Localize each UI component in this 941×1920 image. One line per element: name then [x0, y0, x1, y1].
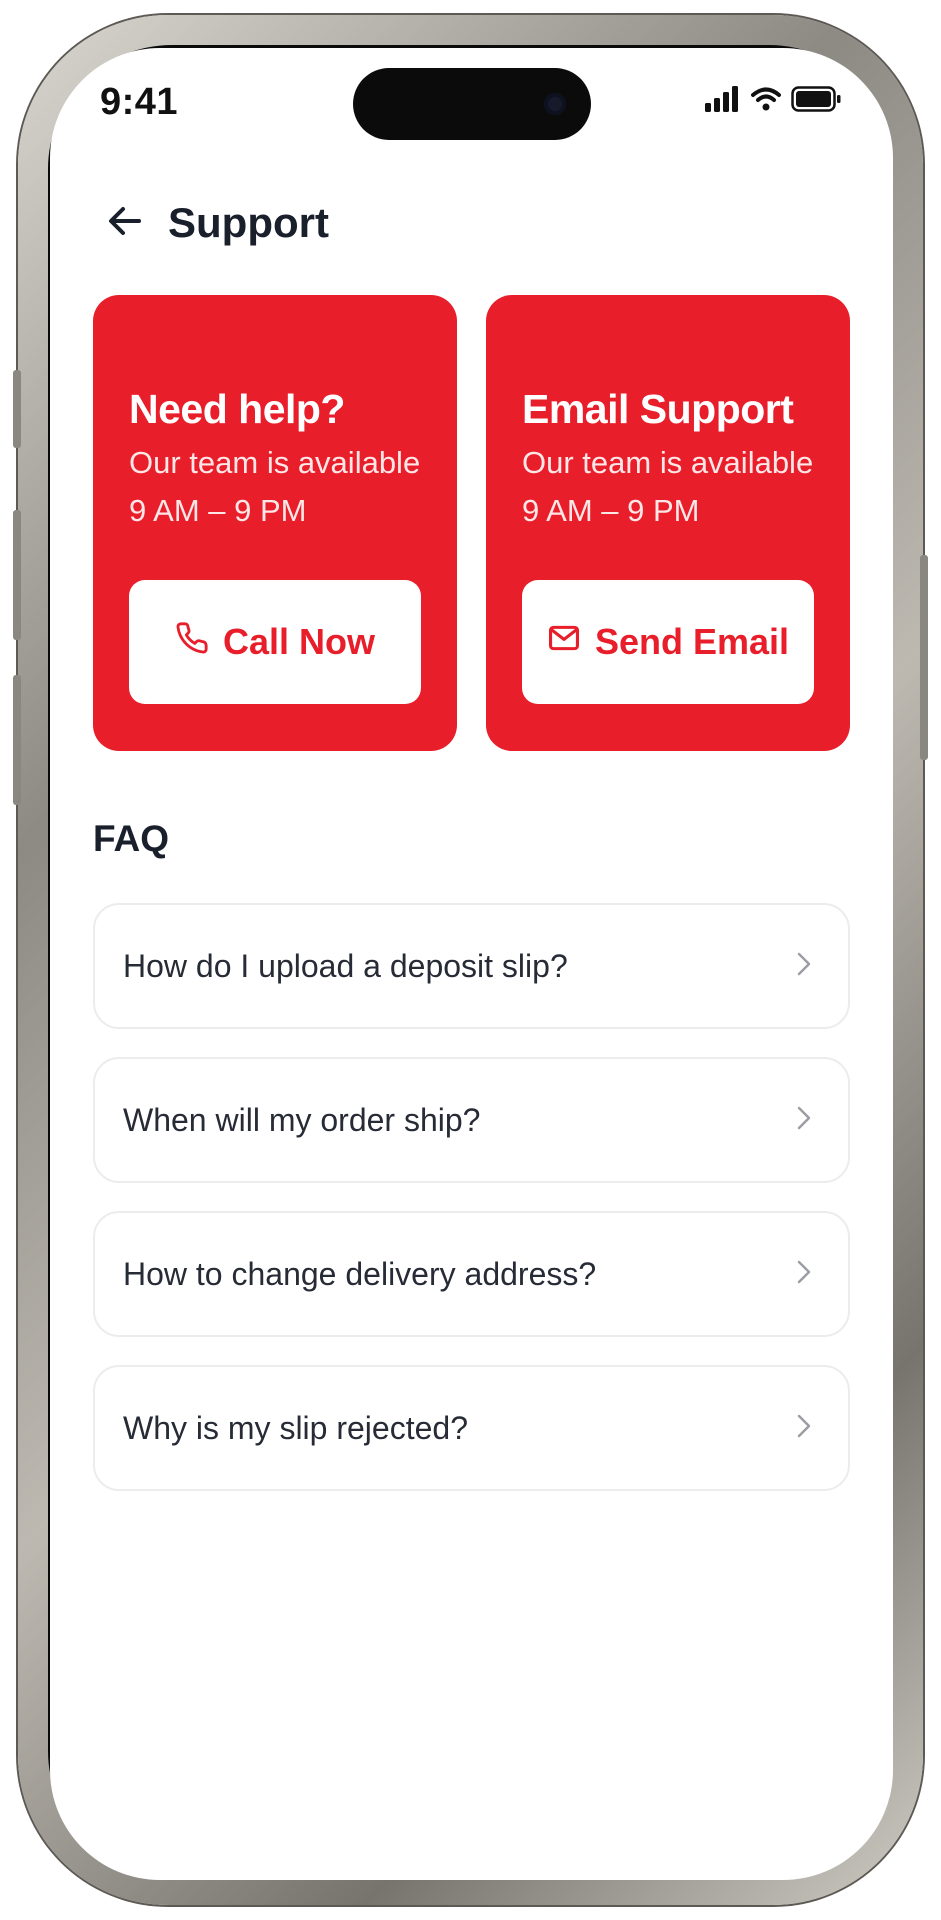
card-description: Our team is available 9 AM – 9 PM — [522, 445, 814, 528]
screen: 9:41 Support Need help? Our team is avai… — [50, 48, 893, 1880]
faq-question: How to change delivery address? — [123, 1255, 597, 1292]
card-title: Email Support — [522, 386, 794, 432]
card-description: Our team is available 9 AM – 9 PM — [129, 445, 421, 528]
chevron-right-icon — [794, 949, 814, 984]
page-title: Support — [168, 199, 329, 246]
phone-icon — [175, 621, 209, 664]
nav-header: Support — [96, 188, 329, 258]
faq-list: How do I upload a deposit slip? When wil… — [93, 903, 850, 1519]
card-title: Need help? — [129, 386, 345, 432]
status-icons — [705, 86, 841, 117]
call-now-button[interactable]: Call Now — [129, 580, 421, 704]
front-camera — [544, 93, 566, 115]
faq-question: When will my order ship? — [123, 1101, 481, 1138]
faq-heading: FAQ — [93, 818, 170, 859]
send-email-button[interactable]: Send Email — [522, 580, 814, 704]
chevron-right-icon — [794, 1257, 814, 1292]
faq-question: Why is my slip rejected? — [123, 1409, 468, 1446]
faq-item[interactable]: When will my order ship? — [93, 1057, 850, 1183]
silent-switch — [13, 370, 21, 448]
cellular-signal-icon — [705, 86, 741, 117]
arrow-left-icon — [105, 201, 145, 246]
call-support-card: Need help? Our team is available 9 AM – … — [93, 295, 457, 751]
volume-down-button — [13, 675, 21, 805]
faq-item[interactable]: How to change delivery address? — [93, 1211, 850, 1337]
wifi-icon — [751, 87, 781, 116]
faq-question: How do I upload a deposit slip? — [123, 947, 568, 984]
email-support-card: Email Support Our team is available 9 AM… — [486, 295, 850, 751]
volume-up-button — [13, 510, 21, 640]
battery-icon — [791, 86, 841, 117]
dynamic-island — [353, 68, 591, 140]
back-button[interactable] — [96, 194, 154, 252]
faq-item[interactable]: How do I upload a deposit slip? — [93, 903, 850, 1029]
send-email-label: Send Email — [594, 621, 790, 662]
mail-icon — [547, 621, 581, 664]
call-now-label: Call Now — [222, 621, 375, 662]
chevron-right-icon — [794, 1411, 814, 1446]
status-time: 9:41 — [100, 81, 179, 123]
power-button — [920, 555, 928, 760]
faq-item[interactable]: Why is my slip rejected? — [93, 1365, 850, 1491]
chevron-right-icon — [794, 1103, 814, 1138]
